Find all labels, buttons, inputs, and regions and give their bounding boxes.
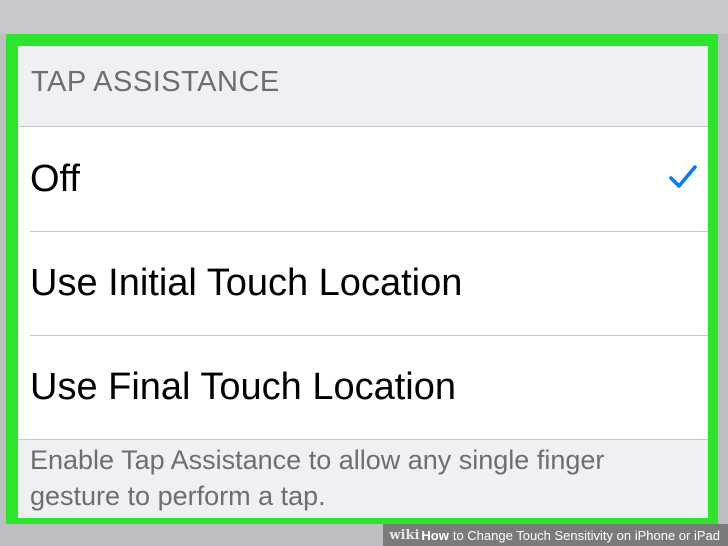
option-label: Use Initial Touch Location xyxy=(30,261,463,304)
tap-assistance-options: Off Use Initial Touch Location Use Final… xyxy=(18,126,708,440)
screenshot-stage: TAP ASSISTANCE Off Use Initial Touch Loc… xyxy=(0,0,728,546)
option-use-initial-touch-location[interactable]: Use Initial Touch Location xyxy=(18,231,708,335)
settings-screen: TAP ASSISTANCE Off Use Initial Touch Loc… xyxy=(18,46,708,518)
highlight-frame: TAP ASSISTANCE Off Use Initial Touch Loc… xyxy=(6,34,718,524)
wikihow-caption: wiki How to Change Touch Sensitivity on … xyxy=(383,524,728,546)
option-use-final-touch-location[interactable]: Use Final Touch Location xyxy=(18,335,708,439)
option-label: Use Final Touch Location xyxy=(30,365,456,408)
caption-brand: wiki xyxy=(389,527,420,543)
top-strip xyxy=(0,0,728,34)
section-header: TAP ASSISTANCE xyxy=(31,66,280,98)
option-label: Off xyxy=(30,157,80,200)
section-footer: Enable Tap Assistance to allow any singl… xyxy=(30,445,605,511)
caption-how: How xyxy=(421,527,449,543)
checkmark-icon xyxy=(669,165,697,188)
caption-text: to Change Touch Sensitivity on iPhone or… xyxy=(452,527,720,543)
option-off[interactable]: Off xyxy=(18,127,708,231)
